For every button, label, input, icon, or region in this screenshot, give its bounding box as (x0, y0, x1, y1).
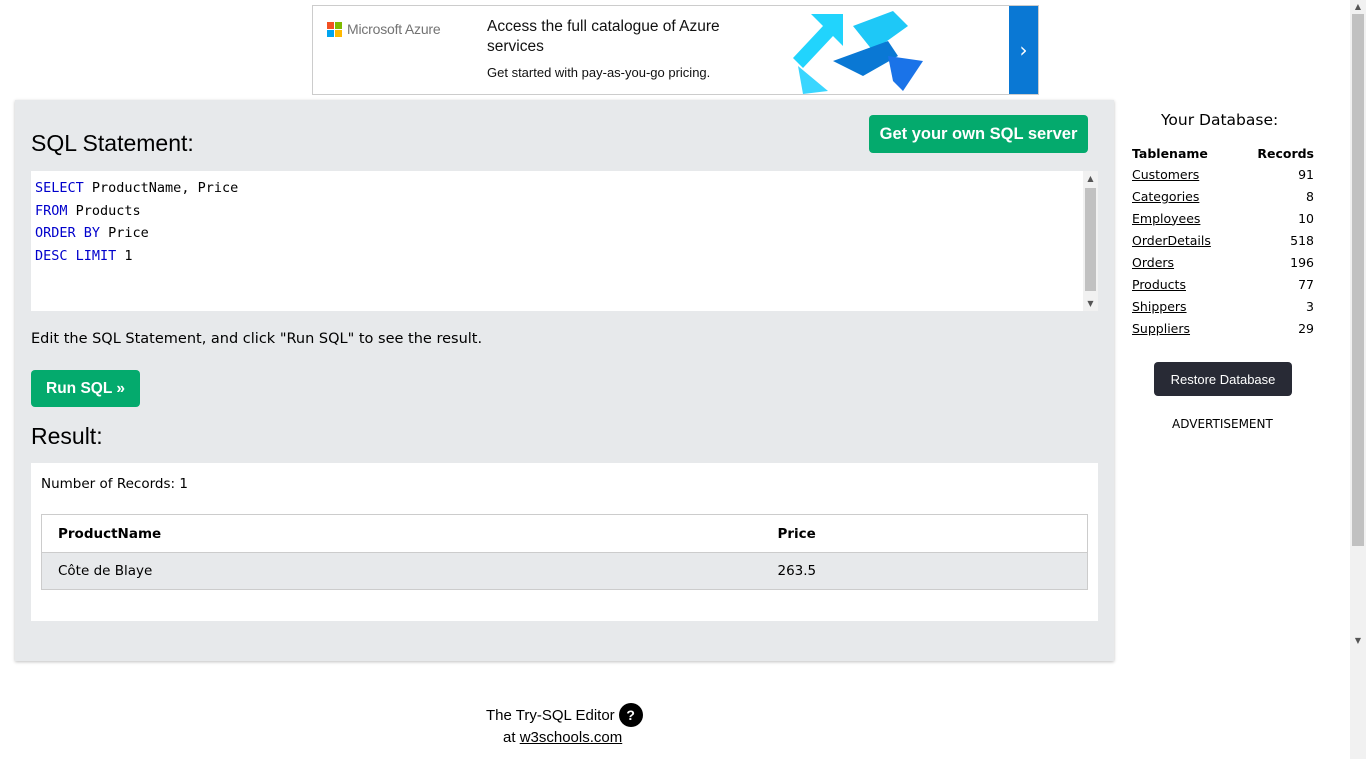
db-header-row: Tablename Records (1132, 143, 1314, 163)
ad-banner[interactable]: Microsoft Azure Access the full catalogu… (312, 5, 1039, 95)
ad-next-button[interactable]: › (1009, 6, 1038, 94)
db-row-employees: Employees 10 (1132, 207, 1314, 229)
records-header: Records (1257, 145, 1314, 161)
db-row-shippers: Shippers 3 (1132, 295, 1314, 317)
restore-database-button[interactable]: Restore Database (1154, 362, 1292, 396)
db-table-link[interactable]: Products (1132, 277, 1186, 292)
sql-editor[interactable]: SELECT ProductName, Price FROM Products … (31, 171, 1098, 311)
db-record-count: 10 (1298, 210, 1314, 226)
advertisement-label: ADVERTISEMENT (1172, 417, 1273, 431)
db-table-link[interactable]: Suppliers (1132, 321, 1190, 336)
ad-subline[interactable]: Get started with pay-as-you-go pricing. (487, 65, 710, 80)
editor-scrollbar[interactable]: ▲ ▼ (1083, 171, 1098, 311)
microsoft-logo: Microsoft Azure (327, 21, 441, 37)
code-line: DESC LIMIT 1 (35, 247, 133, 264)
footer-site: at w3schools.com (503, 729, 622, 746)
db-record-count: 91 (1298, 166, 1314, 182)
azure-arrows-graphic (793, 11, 923, 94)
result-box: Number of Records: 1 ProductName Price C… (31, 463, 1098, 621)
db-record-count: 77 (1298, 276, 1314, 292)
editor-panel: SQL Statement: Get your own SQL server S… (15, 100, 1114, 661)
result-heading: Result: (31, 423, 103, 449)
sql-statement-heading: SQL Statement: (31, 130, 194, 156)
db-row-customers: Customers 91 (1132, 163, 1314, 185)
db-row-categories: Categories 8 (1132, 185, 1314, 207)
run-sql-button[interactable]: Run SQL » (31, 370, 140, 407)
your-database-title: Your Database: (1161, 111, 1279, 129)
db-row-suppliers: Suppliers 29 (1132, 317, 1314, 339)
table-cell: 263.5 (761, 552, 1088, 590)
db-table-link[interactable]: Orders (1132, 255, 1174, 270)
sql-code[interactable]: SELECT ProductName, Price FROM Products … (35, 177, 238, 267)
code-line: SELECT ProductName, Price (35, 180, 239, 196)
db-table-link[interactable]: OrderDetails (1132, 233, 1211, 248)
database-tables-list: Tablename Records Customers 91 Categories… (1132, 143, 1314, 339)
table-cell: Côte de Blaye (41, 552, 762, 590)
tablename-header: Tablename (1132, 145, 1208, 161)
result-table: ProductName Price Côte de Blaye 263.5 (41, 514, 1088, 590)
db-table-link[interactable]: Employees (1132, 211, 1200, 226)
editor-scroll-thumb[interactable] (1085, 188, 1096, 291)
table-header-row: ProductName Price (41, 514, 1088, 553)
db-record-count: 196 (1290, 254, 1314, 270)
db-table-link[interactable]: Categories (1132, 189, 1199, 204)
db-record-count: 29 (1298, 320, 1314, 336)
edit-hint: Edit the SQL Statement, and click "Run S… (31, 331, 483, 347)
record-count: Number of Records: 1 (41, 476, 188, 492)
db-row-orderdetails: OrderDetails 518 (1132, 229, 1314, 251)
page-scrollbar[interactable]: ▲ ▼ (1350, 0, 1366, 759)
db-row-orders: Orders 196 (1132, 251, 1314, 273)
w3schools-link[interactable]: w3schools.com (520, 729, 623, 746)
scroll-down-icon[interactable]: ▼ (1083, 296, 1098, 311)
page-scroll-up-icon[interactable]: ▲ (1350, 0, 1366, 14)
ad-brand: Microsoft Azure (347, 21, 441, 37)
scroll-up-icon[interactable]: ▲ (1083, 171, 1098, 186)
db-table-link[interactable]: Customers (1132, 167, 1199, 182)
help-icon[interactable]: ? (618, 703, 643, 727)
code-line: ORDER BY Price (35, 225, 149, 241)
db-record-count: 518 (1290, 232, 1314, 248)
db-table-link[interactable]: Shippers (1132, 299, 1187, 314)
code-line: FROM Products (35, 202, 141, 219)
footer-title: The Try-SQL Editor ? (486, 703, 643, 727)
column-header: Price (761, 514, 1088, 553)
footer-at: at (503, 729, 520, 746)
page-scroll-down-icon[interactable]: ▼ (1350, 634, 1366, 648)
page-scroll-thumb[interactable] (1352, 14, 1364, 546)
get-own-sql-server-button[interactable]: Get your own SQL server (869, 115, 1088, 153)
ad-headline[interactable]: Access the full catalogue of Azure servi… (487, 17, 727, 57)
db-row-products: Products 77 (1132, 273, 1314, 295)
column-header: ProductName (41, 514, 762, 553)
footer-editor-name: The Try-SQL Editor (486, 706, 615, 724)
table-row: Côte de Blaye 263.5 (41, 552, 1088, 590)
db-record-count: 8 (1306, 188, 1314, 204)
microsoft-squares-icon (327, 21, 342, 37)
db-record-count: 3 (1306, 298, 1314, 314)
